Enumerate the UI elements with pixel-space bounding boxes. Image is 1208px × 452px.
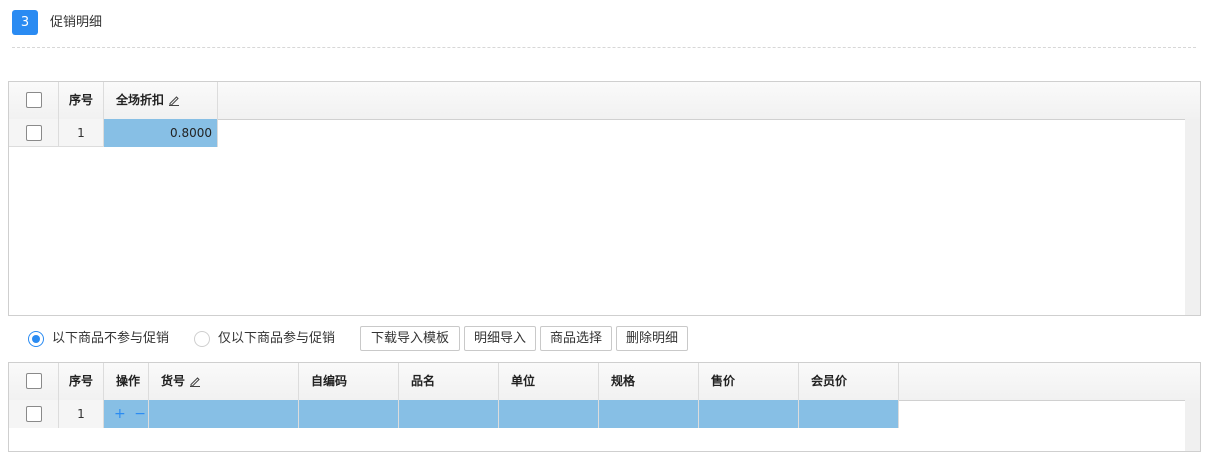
column-header-discount[interactable]: 全场折扣 [104,82,218,119]
select-all-checkbox[interactable] [26,92,42,108]
column-header-sku-label: 货号 [161,374,186,388]
row-index: 1 [59,119,104,147]
column-header-price[interactable]: 售价 [699,363,799,400]
row-select-cell [9,400,59,428]
step-number-badge: 3 [12,10,38,35]
discount-grid-header: 序号 全场折扣 [9,82,1200,120]
column-header-spec[interactable]: 规格 [599,363,699,400]
edit-pencil-icon [169,96,180,106]
remove-row-icon[interactable]: − [134,406,146,422]
delete-detail-button[interactable]: 删除明细 [616,326,688,351]
column-header-discount-label: 全场折扣 [116,93,165,107]
select-all-checkbox[interactable] [26,373,42,389]
column-header-code[interactable]: 自编码 [299,363,399,400]
column-header-sku[interactable]: 货号 [149,363,299,400]
row-action-cell: + − [104,400,149,428]
column-header-name[interactable]: 品名 [399,363,499,400]
spec-cell[interactable] [599,400,699,428]
radio-include-label[interactable]: 仅以下商品参与促销 [218,330,335,348]
name-cell[interactable] [399,400,499,428]
column-header-index: 序号 [59,363,104,400]
column-header-action: 操作 [104,363,149,400]
row-index: 1 [59,400,104,428]
radio-exclude-label[interactable]: 以下商品不参与促销 [52,330,169,348]
code-cell[interactable] [299,400,399,428]
vertical-scrollbar[interactable] [1185,119,1200,315]
section-divider [12,47,1196,48]
edit-pencil-icon [190,377,201,387]
vertical-scrollbar[interactable] [1185,400,1200,451]
radio-exclude-products[interactable] [28,331,44,347]
discount-grid: 序号 全场折扣 1 0.8000 [8,81,1201,316]
sku-cell[interactable] [149,400,299,428]
product-grid-header: 序号 操作 货号 自编码 品名 单位 规格 售价 会员价 [9,363,1200,401]
radio-include-products[interactable] [194,331,210,347]
row-checkbox[interactable] [26,125,42,141]
select-product-button[interactable]: 商品选择 [540,326,612,351]
column-header-unit[interactable]: 单位 [499,363,599,400]
price-cell[interactable] [699,400,799,428]
row-checkbox[interactable] [26,406,42,422]
download-template-button[interactable]: 下载导入模板 [360,326,460,351]
product-grid: 序号 操作 货号 自编码 品名 单位 规格 售价 会员价 1 + − [8,362,1201,452]
unit-cell[interactable] [499,400,599,428]
column-header-member-price[interactable]: 会员价 [799,363,899,400]
member-price-cell[interactable] [799,400,899,428]
header-select-all-cell [9,82,59,119]
import-detail-button[interactable]: 明细导入 [464,326,536,351]
section-title: 促销明细 [50,15,103,30]
row-select-cell [9,119,59,147]
discount-value-cell[interactable]: 0.8000 [104,119,218,147]
add-row-icon[interactable]: + [114,406,126,422]
header-select-all-cell [9,363,59,400]
column-header-index: 序号 [59,82,104,119]
